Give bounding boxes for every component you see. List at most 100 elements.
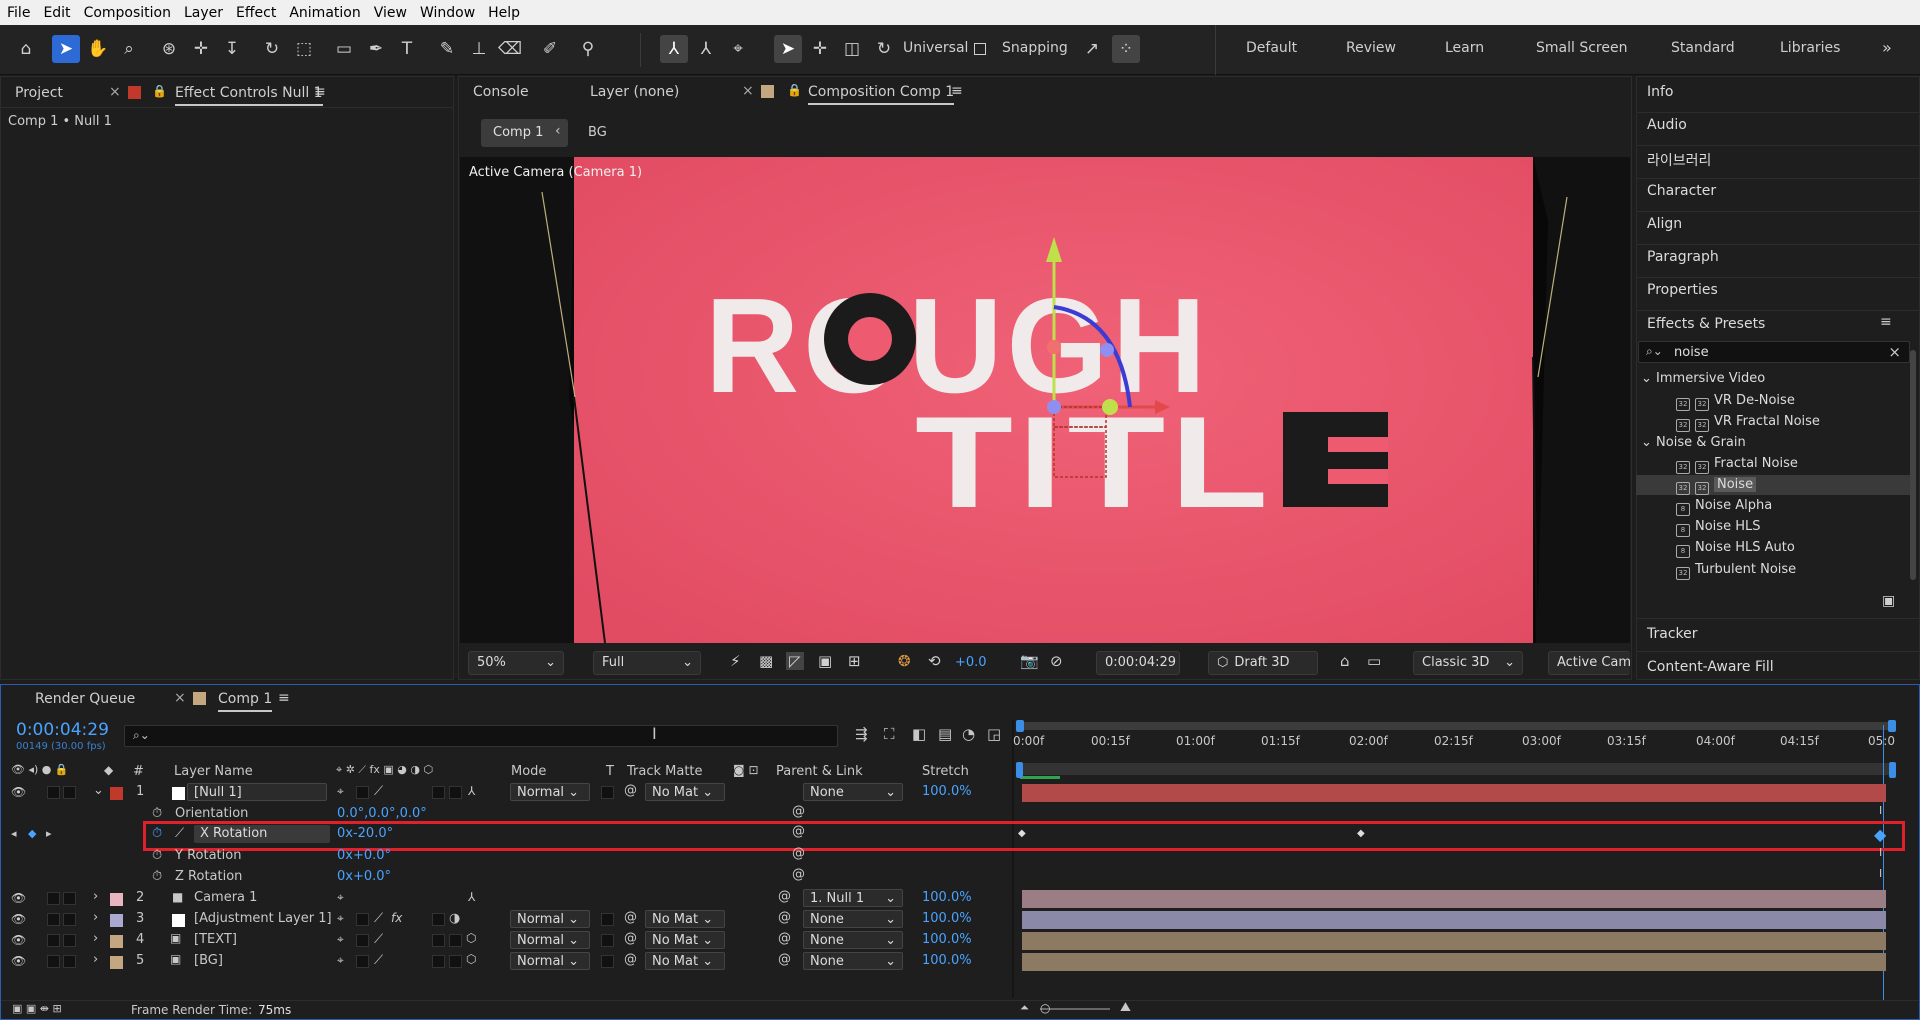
- current-timecode[interactable]: 0:00:04:29: [16, 720, 109, 740]
- pickwhip-icon[interactable]: @: [778, 910, 791, 925]
- eye-icon[interactable]: 👁: [11, 912, 26, 926]
- matte-link-icon[interactable]: @: [624, 910, 637, 925]
- menu-animation[interactable]: Animation: [282, 5, 366, 21]
- effects-search-input[interactable]: ⌕⌄ noise ×: [1638, 341, 1910, 363]
- panel-info[interactable]: Info: [1647, 84, 1674, 100]
- roto-brush-icon[interactable]: ✐: [536, 35, 564, 63]
- 3d-layer-icon[interactable]: ⅄: [468, 784, 475, 798]
- panel-properties[interactable]: Properties: [1647, 282, 1718, 298]
- comp-nav-bg[interactable]: BG: [588, 125, 607, 140]
- workspace-libraries[interactable]: Libraries: [1780, 40, 1840, 56]
- layer-name[interactable]: [TEXT]: [194, 932, 237, 947]
- layer-search-input[interactable]: ⌕⌄: [124, 725, 838, 747]
- layer-bar-1[interactable]: [1022, 784, 1886, 802]
- menu-composition[interactable]: Composition: [77, 5, 177, 21]
- tab-composition[interactable]: Composition Comp 1: [808, 84, 955, 105]
- prop-y-rotation-value[interactable]: 0x+0.0°: [337, 848, 391, 863]
- effect-vr-fractal-noise[interactable]: 32 32 VR Fractal Noise: [1676, 414, 1820, 432]
- more-workspaces-icon[interactable]: »: [1882, 38, 1892, 57]
- layer-label-color[interactable]: [110, 956, 123, 969]
- tab-layer[interactable]: Layer (none): [590, 84, 679, 100]
- zoom-dropdown[interactable]: 50% ⌄: [468, 651, 564, 675]
- matte-link-icon[interactable]: @: [624, 931, 637, 946]
- quality-icon[interactable]: ⟋: [374, 932, 383, 947]
- layer-name[interactable]: Camera 1: [194, 890, 257, 905]
- layer-label-color[interactable]: [110, 914, 123, 927]
- exposure-value[interactable]: +0.0: [955, 655, 987, 670]
- new-bin-icon[interactable]: ▣: [1882, 593, 1895, 609]
- draft-3d-icon[interactable]: ⛶: [884, 725, 895, 743]
- local-axis-icon[interactable]: ⅄: [660, 35, 688, 63]
- next-keyframe-icon[interactable]: ▸: [46, 827, 52, 840]
- zoom-slider-handle[interactable]: ○: [1040, 1001, 1050, 1015]
- snapping-checkbox[interactable]: [972, 35, 988, 63]
- panel-paragraph[interactable]: Paragraph: [1647, 249, 1719, 265]
- shy-icon[interactable]: ⌖: [337, 911, 344, 926]
- effect-vr-denoise[interactable]: 32 32 VR De-Noise: [1676, 393, 1795, 411]
- workspace-default[interactable]: Default: [1246, 40, 1297, 56]
- panel-menu-icon[interactable]: ≡: [951, 83, 963, 99]
- panel-character[interactable]: Character: [1647, 183, 1716, 199]
- stopwatch-icon[interactable]: ⏱: [152, 848, 162, 863]
- stretch-value[interactable]: 100.0%: [922, 890, 972, 905]
- rotate-icon[interactable]: ↻: [870, 35, 898, 63]
- motion-blur-icon[interactable]: ◔: [962, 725, 975, 743]
- pan-behind-icon[interactable]: ⬚: [290, 35, 318, 63]
- viewer-timecode[interactable]: 0:00:04:29: [1096, 651, 1180, 675]
- graph-icon[interactable]: ⟋: [175, 826, 184, 841]
- effect-fractal-noise[interactable]: 32 32 Fractal Noise: [1676, 456, 1798, 474]
- 3d-ground-icon[interactable]: ⌂: [1340, 652, 1350, 670]
- frame-blending-icon[interactable]: ▤: [938, 725, 952, 743]
- stopwatch-icon[interactable]: ⏱: [152, 869, 162, 884]
- move-icon[interactable]: ✛: [806, 35, 834, 63]
- brush-tool-icon[interactable]: ✎: [433, 35, 461, 63]
- rotate-tool-icon[interactable]: ↻: [258, 35, 286, 63]
- world-axis-icon[interactable]: ⅄: [692, 35, 720, 63]
- pickwhip-icon[interactable]: @: [778, 931, 791, 946]
- chevron-right-icon[interactable]: ›: [93, 910, 98, 925]
- stretch-value[interactable]: 100.0%: [922, 953, 972, 968]
- panel-menu-icon[interactable]: ≡: [278, 690, 290, 706]
- pickwhip-icon[interactable]: @: [778, 952, 791, 967]
- quality-icon[interactable]: ⟋: [374, 953, 383, 968]
- show-snapshot-icon[interactable]: ⊘: [1050, 652, 1063, 670]
- panel-content-aware-fill[interactable]: Content-Aware Fill: [1647, 659, 1774, 675]
- tab-console[interactable]: Console: [473, 84, 529, 100]
- color-channels-icon[interactable]: ❂: [898, 652, 911, 670]
- layer-row-4[interactable]: 👁 › 4 ▣ [TEXT] ⌖ ⟋ ⬡ Normal ⌄ @ No Mat ⌄…: [0, 931, 1012, 951]
- shy-icon[interactable]: ⌖: [337, 953, 344, 968]
- effect-noise-alpha[interactable]: 8 Noise Alpha: [1676, 498, 1772, 516]
- effects-presets-title[interactable]: Effects & Presets: [1647, 316, 1765, 332]
- parent-dropdown[interactable]: None ⌄: [803, 952, 903, 970]
- keyframe-1[interactable]: ◆: [1018, 828, 1026, 839]
- layer-row-3[interactable]: 👁 › 3 [Adjustment Layer 1] ⌖ ⟋ fx ◑ Norm…: [0, 910, 1012, 930]
- close-icon[interactable]: ×: [109, 84, 121, 100]
- keyframe-3-selected[interactable]: ◆: [1874, 825, 1886, 844]
- parent-dropdown[interactable]: 1. Null 1 ⌄: [803, 889, 903, 907]
- tab-comp1-timeline[interactable]: Comp 1: [218, 691, 273, 712]
- quality-icon[interactable]: ⟋: [374, 911, 383, 926]
- selection-mode-icon[interactable]: ➤: [774, 35, 802, 63]
- time-ruler[interactable]: 0:00f 00:15f 01:00f 01:15f 02:00f 02:15f…: [1013, 720, 1896, 780]
- scale-icon[interactable]: ◫: [838, 35, 866, 63]
- panel-menu-icon[interactable]: ≡: [314, 84, 326, 100]
- snap-options-icon[interactable]: ↗: [1078, 35, 1106, 63]
- clear-search-icon[interactable]: ×: [1888, 343, 1901, 361]
- pen-tool-icon[interactable]: ✒: [362, 35, 390, 63]
- track-matte-dropdown[interactable]: No Mat ⌄: [645, 931, 725, 949]
- workspace-learn[interactable]: Learn: [1445, 40, 1484, 56]
- close-icon[interactable]: ×: [174, 690, 186, 706]
- 3d-mode-dropdown[interactable]: Classic 3D ⌄: [1413, 651, 1523, 675]
- grid-guides-icon[interactable]: ⊞: [848, 652, 861, 670]
- lock-icon[interactable]: 🔒: [787, 83, 802, 97]
- panel-tracker[interactable]: Tracker: [1647, 626, 1698, 642]
- timeline-zoom-slider[interactable]: [1040, 1008, 1110, 1010]
- composition-viewer[interactable]: ROUGH TITLE Active Camera (Camera 1): [460, 157, 1630, 643]
- header-layer-name[interactable]: Layer Name: [174, 764, 253, 779]
- eye-icon[interactable]: 👁: [11, 891, 26, 905]
- extended-viewer-icon[interactable]: ▭: [1367, 652, 1381, 670]
- matte-link-icon[interactable]: @: [624, 952, 637, 967]
- mode-dropdown[interactable]: Normal ⌄: [510, 952, 590, 970]
- track-matte-dropdown[interactable]: No Mat ⌄: [645, 783, 725, 801]
- panel-align[interactable]: Align: [1647, 216, 1682, 232]
